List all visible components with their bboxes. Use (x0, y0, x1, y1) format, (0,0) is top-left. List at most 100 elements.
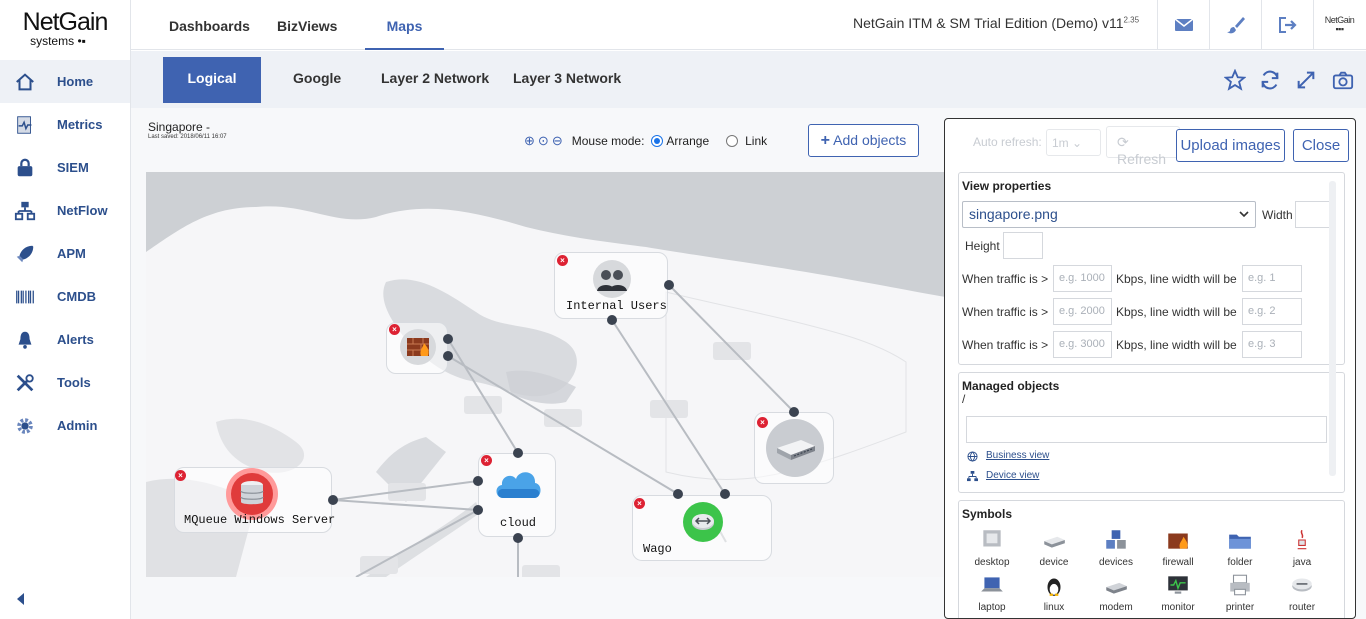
symbol-label: firewall (1162, 557, 1194, 568)
link-port[interactable] (513, 533, 523, 543)
node-label: Wago (643, 542, 672, 556)
tab-google[interactable]: Google (282, 57, 352, 103)
device-icon (766, 419, 824, 477)
printer-icon (1230, 574, 1250, 596)
netgain-logo[interactable]: NetGain systems •▪ (0, 0, 130, 58)
sidebar-item-tools[interactable]: Tools (0, 361, 130, 404)
link-port[interactable] (664, 280, 674, 290)
add-objects-button[interactable]: + Add objects (808, 124, 919, 157)
symbol-linux[interactable]: linux (1029, 572, 1079, 613)
link-radio[interactable] (726, 135, 739, 147)
zoom-in-icon[interactable]: ⊕ (524, 133, 535, 149)
sidebar-item-metrics[interactable]: Metrics (0, 103, 130, 146)
link-port[interactable] (443, 334, 453, 344)
logout-icon (1278, 17, 1297, 33)
line-width-input[interactable]: e.g. 1 (1242, 265, 1302, 292)
delete-node-icon[interactable]: × (557, 255, 568, 266)
refresh-icon[interactable] (1259, 69, 1281, 91)
delete-node-icon[interactable]: × (481, 455, 492, 466)
symbol-label: linux (1043, 602, 1065, 613)
sidebar-item-siem[interactable]: SIEM (0, 146, 130, 189)
symbol-label: printer (1225, 602, 1255, 613)
sidebar-item-alerts[interactable]: Alerts (0, 318, 130, 361)
link-port[interactable] (328, 495, 338, 505)
tab-bizviews[interactable]: BizViews (277, 0, 337, 50)
sidebar-item-label: NetFlow (57, 203, 108, 218)
tab-logical-map[interactable]: Logical Map (163, 57, 261, 128)
last-saved-text: Last saved: 2018/06/11 16:07 (148, 134, 227, 140)
business-view-link[interactable]: Business view (986, 450, 1049, 461)
map-node-mqueue-windows-server[interactable]: MQueue Windows Server (174, 467, 335, 533)
background-image-select[interactable]: singapore.png (962, 201, 1256, 228)
link-port[interactable] (720, 489, 730, 499)
top-navigation-bar: Dashboards BizViews Maps NetGain ITM & S… (131, 0, 1366, 50)
height-input[interactable] (1003, 232, 1043, 259)
map-node-wago[interactable]: Wago (632, 495, 772, 561)
symbol-router[interactable]: router (1277, 572, 1327, 613)
sidebar-item-admin[interactable]: Admin (0, 404, 130, 447)
symbol-folder[interactable]: folder (1215, 527, 1265, 568)
traffic-rule-label: When traffic is > (962, 305, 1049, 319)
link-port[interactable] (789, 407, 799, 417)
mail-button[interactable] (1157, 0, 1209, 50)
map-canvas[interactable]: Internal Users × × MQueue Windows Server… (146, 172, 946, 577)
firewall-icon (1168, 533, 1188, 549)
symbol-device[interactable]: device (1029, 527, 1079, 568)
traffic-threshold-input[interactable]: e.g. 3000 (1053, 331, 1112, 358)
map-tabs-bar: Logical Map Google Layer 2 Network Layer… (131, 51, 1366, 128)
star-icon[interactable] (1224, 69, 1246, 91)
expand-icon[interactable] (1295, 69, 1317, 91)
symbol-java[interactable]: java (1277, 527, 1327, 568)
link-port[interactable] (473, 476, 483, 486)
tab-layer2-network[interactable]: Layer 2 Network (370, 57, 500, 103)
managed-objects-search-input[interactable] (966, 416, 1327, 443)
upload-images-button[interactable]: Upload images (1176, 129, 1285, 162)
line-width-input[interactable]: e.g. 2 (1242, 298, 1302, 325)
symbol-desktop[interactable]: desktop (967, 527, 1017, 568)
arrange-label: Arrange (666, 134, 710, 148)
sidebar-item-apm[interactable]: APM (0, 232, 130, 275)
delete-node-icon[interactable]: × (175, 470, 186, 481)
symbol-firewall[interactable]: firewall (1153, 527, 1203, 568)
line-width-input[interactable]: e.g. 3 (1242, 331, 1302, 358)
symbol-modem[interactable]: modem (1091, 572, 1141, 613)
link-port[interactable] (673, 489, 683, 499)
tab-layer3-network[interactable]: Layer 3 Network (502, 57, 632, 103)
refresh-button[interactable]: ⟳ Refresh (1106, 126, 1180, 167)
traffic-rule-label: When traffic is > (962, 272, 1049, 286)
delete-node-icon[interactable]: × (757, 417, 768, 428)
delete-node-icon[interactable]: × (634, 498, 645, 509)
link-port[interactable] (473, 505, 483, 515)
symbol-monitor[interactable]: monitor (1153, 572, 1203, 613)
sidebar-item-home[interactable]: Home (0, 60, 130, 103)
symbol-laptop[interactable]: laptop (967, 572, 1017, 613)
logout-button[interactable] (1261, 0, 1313, 50)
delete-node-icon[interactable]: × (389, 324, 400, 335)
linux-icon (1047, 578, 1061, 596)
tab-dashboards[interactable]: Dashboards (169, 0, 250, 50)
map-node-cloud[interactable]: cloud (478, 453, 556, 537)
symbol-devices[interactable]: devices (1091, 527, 1141, 568)
collapse-sidebar-icon[interactable] (14, 590, 28, 608)
close-button[interactable]: Close (1293, 129, 1349, 162)
link-port[interactable] (443, 351, 453, 361)
theme-button[interactable] (1209, 0, 1261, 50)
panel-scrollbar[interactable] (1329, 181, 1336, 476)
auto-refresh-select[interactable]: 1m ⌄ (1046, 129, 1101, 156)
map-node-internal-users[interactable]: Internal Users (554, 252, 668, 319)
sidebar-item-netflow[interactable]: NetFlow (0, 189, 130, 232)
device-view-link[interactable]: Device view (986, 470, 1039, 481)
camera-icon[interactable] (1332, 69, 1354, 91)
traffic-threshold-input[interactable]: e.g. 2000 (1053, 298, 1112, 325)
zoom-reset-icon[interactable]: ⊙ (538, 133, 549, 149)
zoom-out-icon[interactable]: ⊖ (552, 133, 563, 149)
chevron-down-icon (1239, 211, 1249, 218)
user-logo-button[interactable]: NetGain ▪▪▪ (1313, 0, 1365, 50)
link-port[interactable] (607, 315, 617, 325)
traffic-threshold-input[interactable]: e.g. 1000 (1053, 265, 1112, 292)
symbol-printer[interactable]: printer (1215, 572, 1265, 613)
tab-maps[interactable]: Maps (365, 0, 444, 50)
link-port[interactable] (513, 448, 523, 458)
sidebar-item-cmdb[interactable]: CMDB (0, 275, 130, 318)
arrange-radio[interactable] (651, 135, 664, 147)
